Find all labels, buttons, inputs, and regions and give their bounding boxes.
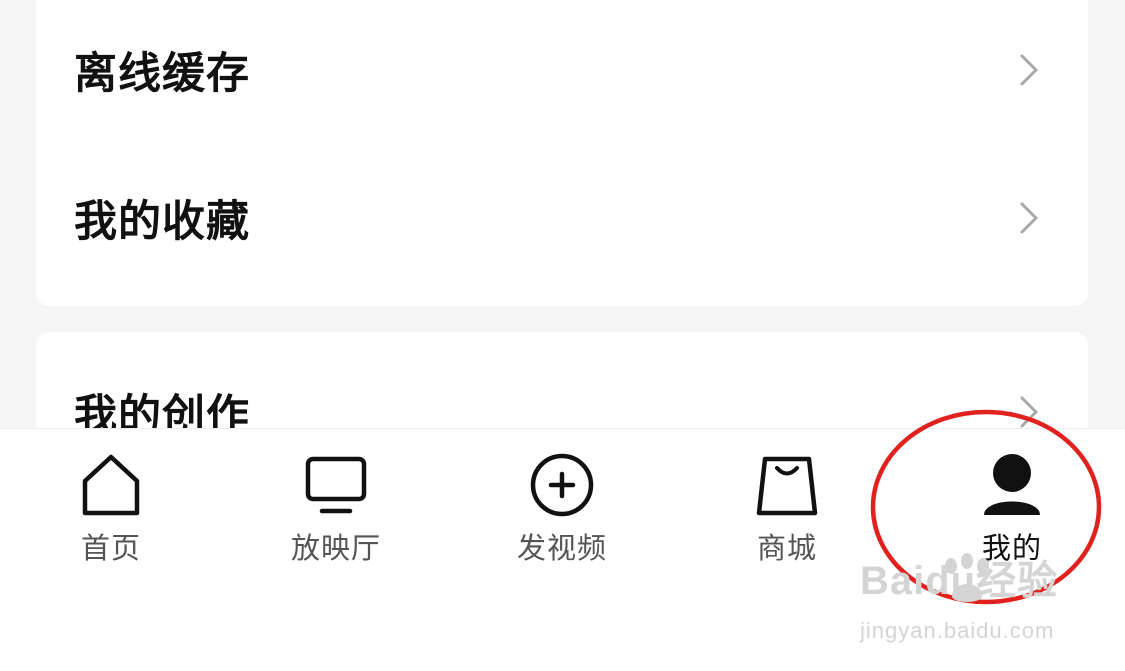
watermark-url: jingyan.baidu.com <box>860 618 1055 643</box>
tab-label: 放映厅 <box>290 531 381 565</box>
menu-item-label: 我的收藏 <box>74 197 250 247</box>
tab-home[interactable]: 首页 <box>31 447 191 577</box>
tab-post-video[interactable]: 发视频 <box>482 447 642 577</box>
chevron-right-icon <box>1020 54 1038 86</box>
menu-item-label: 离线缓存 <box>74 49 250 99</box>
tab-label: 发视频 <box>516 531 607 565</box>
paw-icon <box>945 553 989 602</box>
tab-label: 商城 <box>756 531 817 565</box>
shopping-bag-icon <box>756 456 818 516</box>
menu-item-offline-cache[interactable]: 离线缓存 <box>36 0 1088 140</box>
tv-icon <box>305 456 367 514</box>
menu-item-my-favorites[interactable]: 我的收藏 <box>36 148 1088 288</box>
tab-cinema[interactable]: 放映厅 <box>256 447 416 577</box>
home-icon <box>82 454 140 516</box>
watermark: Baidu经验 jingyan.baidu.com <box>860 548 1080 648</box>
add-circle-icon <box>530 453 594 517</box>
tab-mall[interactable]: 商城 <box>707 447 867 577</box>
tab-label: 首页 <box>80 531 141 565</box>
chevron-right-icon <box>1020 202 1038 234</box>
menu-card-primary: 离线缓存 我的收藏 <box>36 0 1088 306</box>
